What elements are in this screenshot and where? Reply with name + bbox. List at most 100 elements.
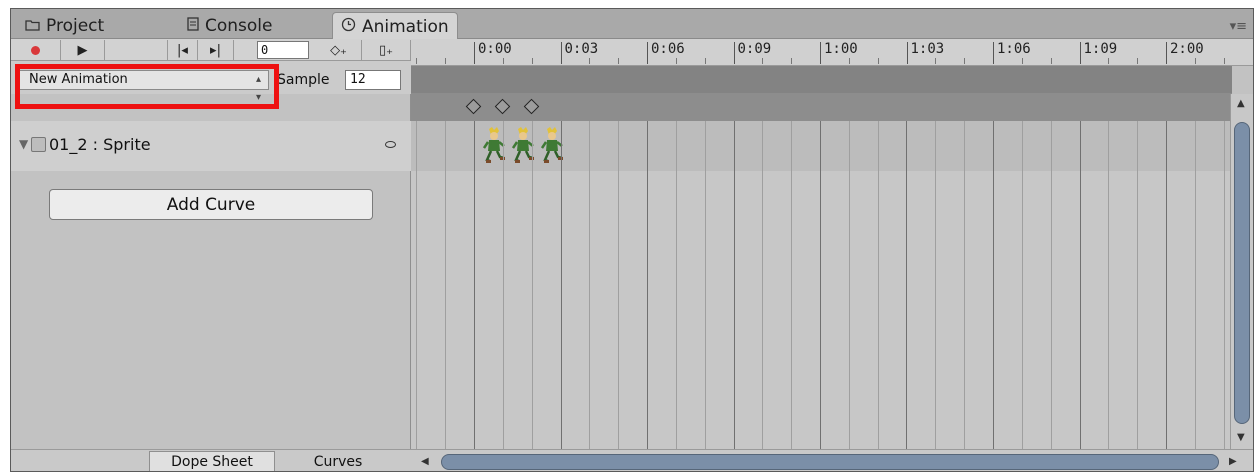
window-menu-icon[interactable]: ▾≡ bbox=[1230, 19, 1247, 34]
scroll-down-icon[interactable]: ▼ bbox=[1237, 432, 1245, 443]
sample-input[interactable]: 12 bbox=[345, 70, 401, 90]
tab-bar: Project Console Animation ▾≡ bbox=[11, 9, 1253, 40]
scroll-left-icon[interactable]: ◀ bbox=[421, 456, 429, 467]
ruler-major-tick bbox=[733, 42, 735, 64]
dopesheet-area[interactable] bbox=[411, 66, 1232, 449]
frame-input[interactable]: 0 bbox=[257, 41, 309, 59]
timeline-gridline bbox=[589, 121, 590, 449]
ruler-time-label: 1:00 bbox=[824, 41, 858, 57]
sprite-keyframe-thumbnail[interactable] bbox=[511, 127, 534, 165]
record-icon bbox=[31, 45, 40, 55]
play-button[interactable]: ▶ bbox=[61, 40, 105, 60]
timeline-gridline bbox=[849, 121, 850, 449]
prev-keyframe-button[interactable]: |◂ bbox=[168, 40, 198, 60]
timeline-gridline bbox=[445, 121, 446, 449]
summary-keyframe-icon[interactable] bbox=[523, 98, 539, 115]
ruler-time-label: 0:06 bbox=[651, 41, 685, 57]
ruler-time-label: 0:00 bbox=[478, 41, 512, 57]
tab-curves[interactable]: Curves bbox=[275, 451, 401, 471]
ruler-minor-tick bbox=[1021, 58, 1023, 64]
prev-keyframe-icon: |◂ bbox=[177, 42, 188, 58]
timeline-gridline bbox=[618, 121, 619, 449]
tab-project-label: Project bbox=[46, 15, 105, 36]
ruler-minor-tick bbox=[1108, 58, 1110, 64]
sprite-renderer-icon bbox=[31, 137, 46, 152]
ruler-minor-tick bbox=[531, 58, 533, 64]
ruler-minor-tick bbox=[675, 58, 677, 64]
ruler-time-label: 1:09 bbox=[1083, 41, 1118, 57]
timeline-gridline bbox=[1224, 121, 1225, 449]
tab-project[interactable]: Project bbox=[17, 12, 112, 39]
summary-keyframe-icon[interactable] bbox=[465, 98, 482, 115]
timeline-gridline bbox=[532, 121, 533, 449]
summary-keyframes-row bbox=[411, 93, 1232, 121]
add-keyframe-button[interactable]: ◇₊ bbox=[316, 40, 362, 60]
summary-keyframe-icon[interactable] bbox=[494, 98, 511, 115]
ruler-minor-tick bbox=[762, 58, 764, 64]
ruler-minor-tick bbox=[1050, 58, 1052, 64]
timeline-gridline bbox=[734, 121, 735, 449]
animation-toolbar: ▶ |◂ ▸| 0 ◇₊ ▯₊ bbox=[11, 39, 411, 61]
property-panel: New Animation ▴ ▾ Sample 12 ▼ 01_2 : Spri… bbox=[11, 61, 411, 471]
add-keyframe-icon: ◇₊ bbox=[330, 42, 347, 58]
ruler-time-label: 2:00 bbox=[1170, 41, 1204, 57]
ruler-minor-tick bbox=[935, 58, 937, 64]
vertical-scroll-thumb[interactable] bbox=[1234, 122, 1250, 424]
ruler-minor-tick bbox=[416, 58, 418, 64]
toolbar-spacer bbox=[105, 40, 168, 60]
timeline-gridline bbox=[964, 121, 965, 449]
timeline-gridline bbox=[1080, 121, 1081, 449]
ruler-time-label: 0:03 bbox=[564, 41, 599, 57]
timeline-gridline bbox=[1022, 121, 1023, 449]
scroll-right-icon[interactable]: ▶ bbox=[1229, 456, 1237, 467]
timeline-gridline bbox=[676, 121, 677, 449]
property-row[interactable]: ▼ 01_2 : Sprite bbox=[11, 121, 411, 171]
ruler-minor-tick bbox=[502, 58, 504, 64]
property-label: 01_2 : Sprite bbox=[49, 135, 151, 154]
timeline-gridline bbox=[762, 121, 763, 449]
console-icon bbox=[187, 16, 199, 35]
expand-triangle-icon[interactable]: ▼ bbox=[19, 137, 28, 151]
ruler-major-tick bbox=[993, 42, 994, 64]
add-event-icon: ▯₊ bbox=[378, 42, 393, 58]
timeline-gridline bbox=[791, 121, 792, 449]
ruler-minor-tick bbox=[1194, 58, 1196, 64]
ruler-minor-tick bbox=[704, 58, 706, 64]
property-toggle-icon[interactable] bbox=[385, 141, 396, 148]
timeline-gridline bbox=[474, 121, 475, 449]
next-keyframe-icon: ▸| bbox=[210, 42, 221, 58]
ruler-major-tick bbox=[906, 42, 908, 64]
ruler-major-tick bbox=[1079, 42, 1081, 64]
add-curve-button[interactable]: Add Curve bbox=[49, 189, 373, 220]
ruler-major-tick bbox=[560, 42, 562, 64]
tab-animation-label: Animation bbox=[362, 16, 449, 37]
tab-console[interactable]: Console bbox=[179, 12, 281, 39]
timeline-gridline bbox=[416, 121, 417, 449]
timeline-gridline bbox=[1166, 121, 1167, 449]
timeline-gridline bbox=[820, 121, 821, 449]
record-button[interactable] bbox=[11, 40, 61, 60]
horizontal-scroll-thumb[interactable] bbox=[441, 454, 1219, 470]
ruler-time-label: 0:09 bbox=[737, 41, 772, 57]
summary-header-row bbox=[411, 66, 1232, 93]
ruler-minor-tick bbox=[964, 58, 966, 64]
timeline-gridline bbox=[1137, 121, 1138, 449]
ruler-major-tick bbox=[1166, 42, 1167, 64]
tab-animation[interactable]: Animation bbox=[332, 12, 458, 40]
ruler-major-tick bbox=[820, 42, 821, 64]
next-keyframe-button[interactable]: ▸| bbox=[198, 40, 234, 60]
tab-dope-sheet[interactable]: Dope Sheet bbox=[149, 451, 275, 471]
sprite-keyframe-thumbnail[interactable] bbox=[540, 127, 563, 165]
ruler-minor-tick bbox=[791, 58, 793, 64]
horizontal-scrollbar[interactable]: ◀ ▶ bbox=[411, 449, 1253, 471]
sprite-keyframe-thumbnail[interactable] bbox=[483, 127, 505, 165]
ruler-minor-tick bbox=[877, 58, 879, 64]
time-ruler[interactable]: 0:00 0:03 0:06 0:09 1:00 1:03 1:06 1:09 2:00 bbox=[411, 39, 1253, 66]
add-event-button[interactable]: ▯₊ bbox=[362, 40, 411, 60]
timeline-gridline bbox=[647, 121, 648, 449]
timeline-gridline bbox=[1195, 121, 1196, 449]
timeline-gridline bbox=[1051, 121, 1052, 449]
timeline-gridline bbox=[503, 121, 504, 449]
scroll-up-icon[interactable]: ▲ bbox=[1237, 98, 1245, 109]
vertical-scrollbar[interactable]: ▲ ▼ bbox=[1230, 94, 1253, 449]
